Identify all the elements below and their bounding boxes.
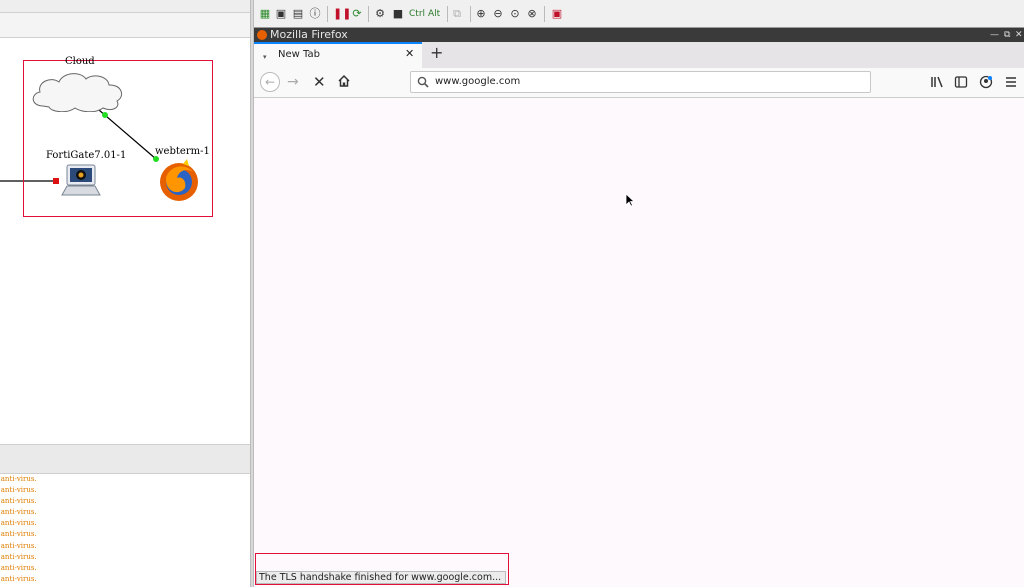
zoom-out-icon[interactable]: ⊖ — [491, 7, 505, 21]
search-icon — [417, 76, 429, 88]
tab-label: New Tab — [278, 49, 320, 60]
tab-bar: ▾ New Tab ✕ + — [254, 42, 1024, 68]
log-line: n anti-virus. — [0, 508, 37, 517]
tab-favicon-icon: ▾ — [263, 53, 267, 61]
vnc-toolbar: ▦ ▣ ▤ ⓘ ❚❚ ⟳ ⚙ ■ Ctrl Alt ⧉ ⊕ ⊖ ⊙ ⊗ ▣ — [254, 0, 1024, 28]
zoom-auto-icon[interactable]: ⊗ — [525, 7, 539, 21]
gns3-top-bar — [0, 0, 250, 13]
clipboard-icon[interactable]: ▤ — [291, 7, 305, 21]
status-bar: The TLS handshake finished for www.googl… — [256, 571, 506, 584]
tab-close-icon[interactable]: ✕ — [405, 47, 414, 61]
info-icon[interactable]: ⓘ — [308, 7, 322, 21]
fullscreen-icon[interactable]: ▣ — [550, 7, 564, 21]
sidebar-icon[interactable] — [954, 75, 968, 89]
log-line: n anti-virus. — [0, 519, 37, 528]
new-tab-icon[interactable]: + — [430, 44, 443, 62]
home-icon[interactable] — [337, 74, 351, 88]
zoom-100-icon[interactable]: ⊙ — [508, 7, 522, 21]
url-bar[interactable]: www.google.com — [410, 71, 871, 93]
minimize-icon[interactable]: — — [990, 28, 999, 42]
ctrl-alt-del-icon[interactable]: ⚙ — [373, 7, 387, 21]
zoom-in-icon[interactable]: ⊕ — [474, 7, 488, 21]
window-titlebar[interactable]: Mozilla Firefox — ⧉ ✕ — [254, 28, 1024, 42]
gns3-toolbar-strip — [0, 13, 250, 38]
topology-canvas[interactable]: Cloud FortiGate7.01-1 webterm-1 — [0, 38, 250, 444]
url-text[interactable]: www.google.com — [435, 75, 520, 89]
library-icon[interactable] — [930, 75, 944, 89]
log-line: n anti-virus. — [0, 552, 37, 561]
log-line: n anti-virus. — [0, 530, 37, 539]
page-content[interactable]: The TLS handshake finished for www.googl… — [254, 98, 1024, 587]
close-window-icon[interactable]: ✕ — [1015, 28, 1023, 42]
window-title: Mozilla Firefox — [270, 28, 348, 41]
back-button[interactable]: ← — [260, 72, 280, 92]
log-line: n anti-virus. — [0, 475, 37, 483]
log-line: n anti-virus. — [0, 486, 37, 495]
mouse-cursor-icon — [625, 193, 635, 207]
save-icon[interactable]: ▣ — [274, 7, 288, 21]
console-log: n anti-virus. n anti-virus. n anti-virus… — [0, 474, 250, 587]
laptop-icon[interactable] — [61, 163, 101, 199]
log-line: n anti-virus. — [0, 563, 37, 572]
console-panel-header — [0, 444, 250, 474]
navigation-toolbar: ← → ✕ www.google.com — [254, 68, 1024, 98]
restore-icon[interactable]: ⧉ — [1004, 28, 1010, 42]
log-line: n anti-virus. — [0, 497, 37, 506]
firefox-title-icon — [257, 30, 267, 40]
refresh-icon[interactable]: ⟳ — [350, 7, 364, 21]
firefox-node-icon[interactable] — [157, 158, 201, 202]
stop-loading-button[interactable]: ✕ — [313, 72, 326, 92]
account-icon[interactable] — [979, 75, 993, 89]
alt-key-button[interactable]: Alt — [428, 8, 440, 20]
cloud-node-icon[interactable] — [29, 70, 127, 112]
log-line: n anti-virus. — [0, 541, 37, 550]
transfer-files-icon[interactable]: ⧉ — [450, 7, 464, 21]
pause-icon[interactable]: ❚❚ — [333, 7, 351, 21]
gns3-panel: Cloud FortiGate7.01-1 webterm-1 n anti-v… — [0, 0, 250, 587]
windows-key-icon[interactable]: ■ — [391, 7, 405, 21]
log-line: n anti-virus. — [0, 574, 37, 583]
hamburger-menu-icon[interactable] — [1004, 75, 1018, 89]
cloud-node-label: Cloud — [65, 56, 95, 67]
tab-new-tab[interactable]: ▾ New Tab ✕ — [254, 42, 422, 68]
ctrl-key-button[interactable]: Ctrl — [409, 8, 425, 20]
webterm-node-label: webterm-1 — [155, 146, 210, 157]
forward-button[interactable]: → — [287, 73, 299, 91]
connection-options-icon[interactable]: ▦ — [258, 7, 272, 21]
firefox-window: Mozilla Firefox — ⧉ ✕ ▾ New Tab ✕ + ← → … — [254, 28, 1024, 587]
fortigate-node-label: FortiGate7.01-1 — [46, 150, 127, 161]
